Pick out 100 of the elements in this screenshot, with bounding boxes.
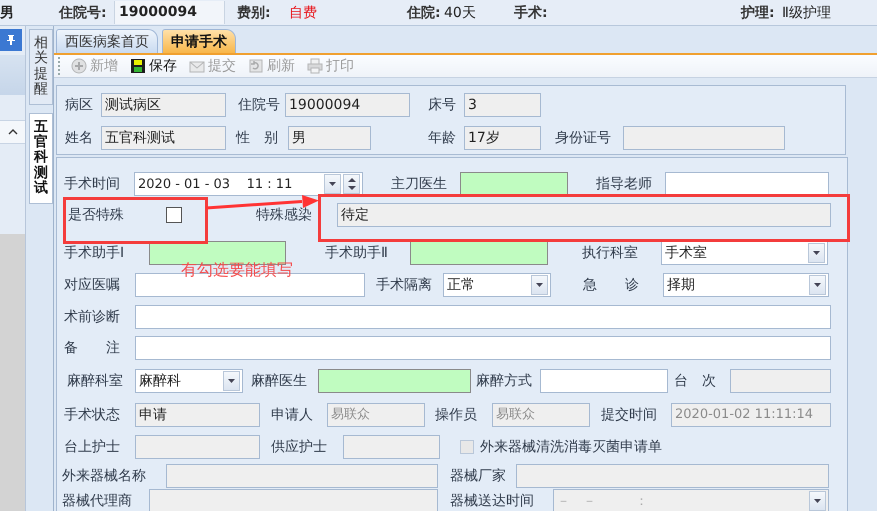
checkbox[interactable]: [166, 207, 182, 223]
field-label: 指导老师: [596, 175, 653, 193]
field-label: 申请人: [271, 406, 314, 424]
checkbox-label: 外来器械清洗消毒灭菌申请单: [480, 438, 662, 456]
chevron-up-icon: [8, 129, 18, 135]
dropdown-field[interactable]: 手术室: [661, 241, 828, 265]
side-tab[interactable]: 相关提醒: [29, 29, 53, 105]
field-label: 台上护士: [64, 438, 121, 456]
field-label: 手术状态: [64, 406, 121, 424]
input-field[interactable]: [166, 464, 438, 488]
input-field[interactable]: 申请: [135, 403, 260, 427]
input-field[interactable]: [410, 241, 548, 265]
input-field[interactable]: [135, 336, 831, 360]
input-field[interactable]: 17岁: [464, 126, 541, 150]
input-field[interactable]: [623, 126, 785, 150]
field-label: 对应医嘱: [64, 276, 121, 294]
field-label: 手术时间: [64, 175, 121, 193]
field-label: 麻醉医生: [251, 372, 308, 390]
input-field[interactable]: [343, 435, 440, 459]
dropdown-value: 麻醉科: [138, 372, 182, 390]
caret-icon: [536, 283, 543, 287]
field-label: 操作员: [435, 406, 478, 424]
field-label: 姓名: [65, 128, 94, 146]
field-label: 主刀医生: [391, 175, 448, 193]
field-label: 手术助手Ⅰ: [64, 244, 126, 262]
input-field[interactable]: 测试病区: [101, 92, 226, 116]
pin-icon: [6, 34, 16, 46]
caret-icon: [228, 379, 235, 383]
input-field[interactable]: [730, 369, 831, 393]
input-field[interactable]: [540, 369, 668, 393]
dropdown-button[interactable]: [809, 275, 826, 295]
date-time-value: － － ：: [556, 493, 649, 510]
panel-strip: [0, 55, 25, 95]
field-label: 身份证号: [555, 128, 612, 146]
dropdown-button[interactable]: [808, 243, 825, 263]
tab[interactable]: 西医病案首页: [56, 29, 158, 53]
input-field[interactable]: [516, 464, 829, 488]
field-label: 术前诊断: [64, 308, 121, 326]
input-field[interactable]: [135, 435, 260, 459]
printer-icon: [307, 58, 323, 74]
field-label: 外来器械名称: [62, 467, 147, 485]
side-tab[interactable]: 五官科测试: [29, 112, 53, 204]
header-value: 40天: [444, 4, 477, 22]
field-label: 备 注: [64, 339, 121, 357]
input-field[interactable]: [318, 369, 471, 393]
input-field[interactable]: 待定: [337, 203, 831, 227]
dropdown-value: 正常: [446, 276, 476, 294]
tab[interactable]: 申请手术: [162, 29, 236, 53]
annotation-text: 有勾选要能填写: [181, 260, 293, 281]
spin-button[interactable]: [343, 174, 360, 194]
field-label: 是否特殊: [68, 206, 125, 224]
refresh-icon: [248, 58, 264, 74]
header-value: 男: [0, 4, 15, 22]
field-label: 器械厂家: [450, 467, 507, 485]
dropdown-button[interactable]: [223, 371, 240, 391]
date-time-value: 2020 - 01 - 03 11 : 11: [137, 176, 294, 192]
dropdown-field[interactable]: 正常: [443, 273, 551, 297]
header-label: 住院:: [407, 4, 442, 22]
dropdown-button[interactable]: [324, 174, 341, 194]
scroll-up-button[interactable]: [0, 120, 25, 144]
dropdown-button[interactable]: [531, 275, 548, 295]
header-value: Ⅱ级护理: [782, 4, 832, 22]
input-field[interactable]: [149, 489, 438, 511]
field-label: 提交时间: [601, 406, 658, 424]
field-label: 手术隔离: [376, 276, 433, 294]
pin-button[interactable]: [0, 29, 22, 51]
field-label: 供应护士: [271, 438, 328, 456]
dropdown-field[interactable]: 麻醉科: [135, 369, 243, 393]
field-label: 急 诊: [583, 276, 640, 294]
field-label: 特殊感染: [256, 206, 313, 224]
input-field[interactable]: 3: [464, 92, 541, 116]
toolbar-button[interactable]: 保存: [127, 55, 180, 77]
plus-circle-icon: [71, 58, 87, 74]
caret-icon: [813, 251, 820, 255]
field-label: 床号: [428, 96, 457, 114]
field-label: 手术助手Ⅱ: [325, 244, 389, 262]
field-label: 麻醉方式: [476, 372, 533, 390]
header-label: 住院号:: [59, 4, 108, 22]
field-label: 执行科室: [582, 244, 639, 262]
save-icon: [130, 58, 146, 74]
input-field[interactable]: [460, 172, 568, 196]
input-field[interactable]: 男: [288, 126, 371, 150]
up-down-arrows-icon: [348, 177, 356, 191]
date-time-field[interactable]: 2020 - 01 - 03 11 : 11: [134, 172, 363, 196]
caret-icon: [814, 499, 821, 503]
fee-type-value: 自费: [289, 4, 318, 22]
input-field[interactable]: 19000094: [285, 92, 410, 116]
inpatient-number-field: 19000094: [114, 1, 225, 24]
dropdown-field[interactable]: 择期: [663, 273, 829, 297]
field-label: 病区: [65, 96, 94, 114]
field-label: 性 别: [236, 128, 279, 146]
caret-icon: [814, 283, 821, 287]
input-field[interactable]: 五官科测试: [101, 126, 226, 150]
caret-icon: [329, 182, 336, 186]
dropdown-value: 择期: [666, 276, 696, 294]
field-label: 器械送达时间: [450, 492, 535, 510]
input-field[interactable]: [135, 305, 831, 329]
header-label: 护理:: [741, 4, 776, 22]
input-field[interactable]: [665, 172, 829, 196]
field-label: 器械代理商: [62, 492, 133, 510]
